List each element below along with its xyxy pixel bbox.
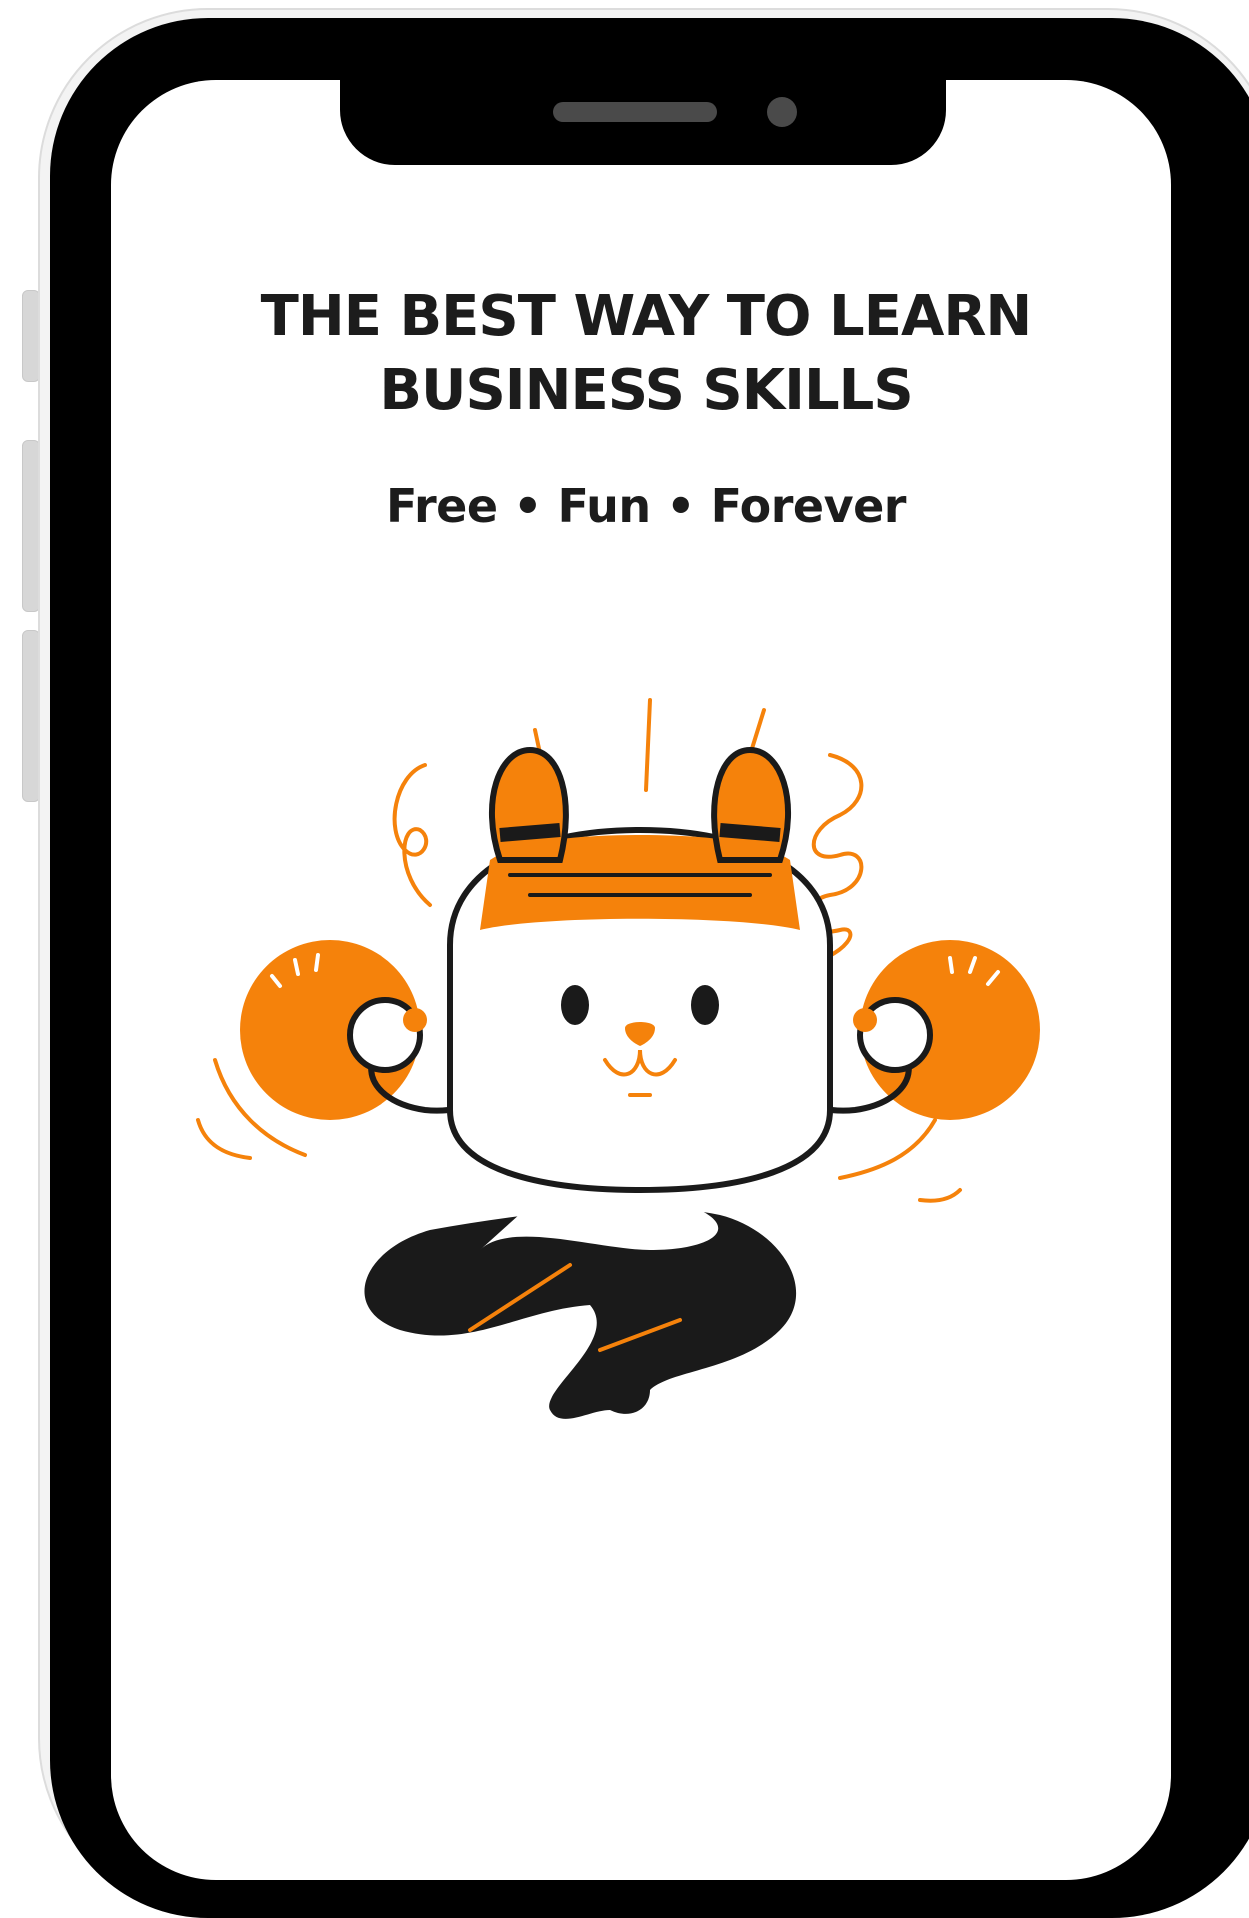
meditating-bunny-illustration	[196, 698, 1040, 1419]
front-camera	[767, 97, 797, 127]
onboarding-tagline: Free • Fun • Forever	[386, 479, 906, 533]
onboarding-headline: THE BEST WAY TO LEARN BUSINESS SKILLS	[196, 280, 1096, 428]
legs	[364, 1194, 797, 1419]
speaker-grille	[553, 102, 717, 122]
headline-line-1: THE BEST WAY TO LEARN	[260, 284, 1033, 349]
headline-line-2: BUSINESS SKILLS	[379, 358, 913, 423]
body	[447, 826, 833, 1194]
